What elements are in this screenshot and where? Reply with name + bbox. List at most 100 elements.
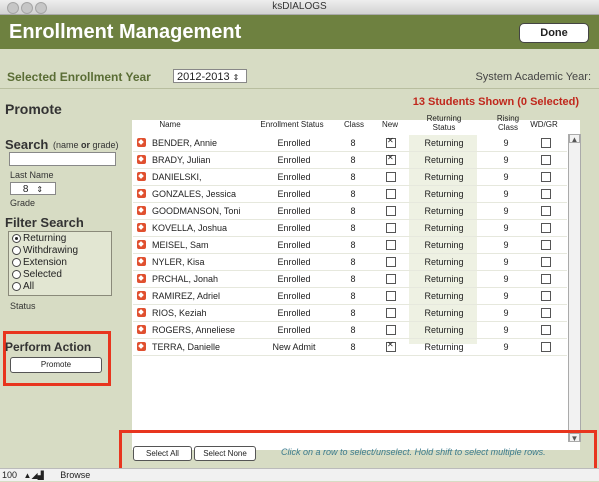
enrollment-status: Enrolled [277, 325, 311, 335]
wdgr-checkbox[interactable] [541, 325, 551, 335]
new-checkbox[interactable] [386, 257, 396, 267]
select-all-button[interactable]: Select All [133, 446, 192, 461]
wdgr-checkbox[interactable] [541, 274, 551, 284]
table-row[interactable]: DANIELSKI, Enrolled 8 Returning 9 [133, 169, 567, 186]
class-value: 8 [350, 308, 356, 318]
last-name-input[interactable] [9, 152, 116, 166]
filter-option-returning[interactable]: Returning [9, 232, 111, 244]
row-marker-icon[interactable] [137, 291, 146, 300]
table-row[interactable]: TERRA, Danielle New Admit 8 Returning 9 [133, 339, 567, 356]
filter-option-extension[interactable]: Extension [9, 256, 111, 268]
enrollment-year-select[interactable]: 2012-2013 ⇕ [173, 69, 247, 83]
enrollment-status: Enrolled [277, 308, 311, 318]
row-marker-icon[interactable] [137, 257, 146, 266]
enrollment-year-label: Selected Enrollment Year [7, 70, 151, 84]
minimize-window-icon[interactable] [21, 2, 33, 14]
row-marker-icon[interactable] [137, 223, 146, 232]
table-row[interactable]: MEISEL, Sam Enrolled 8 Returning 9 [133, 237, 567, 254]
returning-status: Returning [424, 308, 464, 318]
table-row[interactable]: KOVELLA, Joshua Enrolled 8 Returning 9 [133, 220, 567, 237]
radio-icon [12, 269, 21, 279]
zoom-window-icon[interactable] [35, 2, 47, 14]
new-checkbox[interactable] [386, 308, 396, 318]
student-name: PRCHAL, Jonah [152, 274, 219, 284]
new-checkbox[interactable] [386, 274, 396, 284]
wdgr-checkbox[interactable] [541, 138, 551, 148]
new-checkbox[interactable] [386, 340, 396, 352]
row-marker-icon[interactable] [137, 240, 146, 249]
rising-class: 9 [503, 325, 509, 335]
wdgr-checkbox[interactable] [541, 257, 551, 267]
class-value: 8 [350, 291, 356, 301]
table-row[interactable]: ROGERS, Anneliese Enrolled 8 Returning 9 [133, 322, 567, 339]
student-rows: BENDER, AnnieEnrolled8Returning9BRADY, J… [133, 135, 567, 356]
row-marker-icon[interactable] [137, 206, 146, 215]
close-window-icon[interactable] [7, 2, 19, 14]
filter-search-label: Filter Search [5, 215, 84, 230]
wdgr-checkbox[interactable] [541, 172, 551, 182]
rising-class: 9 [503, 138, 509, 148]
enrollment-status: Enrolled [277, 274, 311, 284]
scroll-up-icon[interactable]: ▲ [569, 134, 580, 144]
column-header-line: Class [497, 123, 518, 132]
zoom-level[interactable]: 100 [2, 470, 17, 480]
wdgr-checkbox[interactable] [541, 206, 551, 216]
new-checkbox[interactable] [386, 206, 396, 216]
wdgr-checkbox[interactable] [541, 155, 551, 165]
row-marker-icon[interactable] [137, 325, 146, 334]
divider [0, 88, 599, 89]
table-scrollbar[interactable]: ▲ ▼ [568, 134, 581, 443]
new-checkbox[interactable] [386, 136, 396, 148]
new-checkbox[interactable] [386, 291, 396, 301]
row-marker-icon[interactable] [137, 274, 146, 283]
new-checkbox[interactable] [386, 153, 396, 165]
wdgr-checkbox[interactable] [541, 342, 551, 352]
mode-label[interactable]: Browse [60, 470, 90, 480]
filter-option-label: Extension [23, 256, 67, 268]
new-checkbox[interactable] [386, 325, 396, 335]
zoom-control-icon[interactable]: ▲◢▟ [24, 471, 44, 480]
wdgr-checkbox[interactable] [541, 223, 551, 233]
table-row[interactable]: BRADY, Julian Enrolled 8 Returning 9 [133, 152, 567, 169]
wdgr-checkbox[interactable] [541, 189, 551, 199]
class-value: 8 [350, 206, 356, 216]
filter-option-label: Selected [23, 268, 62, 280]
table-row[interactable]: GOODMANSON, Toni Enrolled 8 Returning 9 [133, 203, 567, 220]
wdgr-checkbox[interactable] [541, 291, 551, 301]
table-row[interactable]: PRCHAL, Jonah Enrolled 8 Returning 9 [133, 271, 567, 288]
select-none-button[interactable]: Select None [194, 446, 256, 461]
student-name: KOVELLA, Joshua [152, 223, 228, 233]
new-checkbox[interactable] [386, 240, 396, 250]
row-marker-icon[interactable] [137, 172, 146, 181]
new-checkbox[interactable] [386, 223, 396, 233]
grade-select[interactable]: 8 ⇕ [10, 182, 56, 195]
filter-option-withdrawing[interactable]: Withdrawing [9, 244, 111, 256]
student-name: BENDER, Annie [152, 138, 218, 148]
table-row[interactable]: BENDER, Annie Enrolled 8 Returning 9 [133, 135, 567, 152]
filter-option-selected[interactable]: Selected [9, 268, 111, 280]
row-marker-icon[interactable] [137, 308, 146, 317]
class-value: 8 [350, 274, 356, 284]
select-arrows-icon: ⇕ [232, 73, 240, 82]
wdgr-checkbox[interactable] [541, 240, 551, 250]
row-marker-icon[interactable] [137, 138, 146, 147]
filter-option-all[interactable]: All [9, 280, 111, 292]
enrollment-status: Enrolled [277, 240, 311, 250]
table-row[interactable]: GONZALES, Jessica Enrolled 8 Returning 9 [133, 186, 567, 203]
enrollment-status: Enrolled [277, 223, 311, 233]
row-marker-icon[interactable] [137, 189, 146, 198]
done-button[interactable]: Done [519, 23, 589, 43]
table-row[interactable]: RAMIREZ, Adriel Enrolled 8 Returning 9 [133, 288, 567, 305]
row-marker-icon[interactable] [137, 342, 146, 351]
promote-button[interactable]: Promote [10, 357, 102, 373]
table-row[interactable]: RIOS, Keziah Enrolled 8 Returning 9 [133, 305, 567, 322]
class-value: 8 [350, 325, 356, 335]
new-checkbox[interactable] [386, 189, 396, 199]
new-checkbox[interactable] [386, 172, 396, 182]
class-value: 8 [350, 138, 356, 148]
table-row[interactable]: NYLER, Kisa Enrolled 8 Returning 9 [133, 254, 567, 271]
window-titlebar: ksDIALOGS [0, 0, 599, 15]
search-hint-post: grade) [90, 140, 119, 150]
wdgr-checkbox[interactable] [541, 308, 551, 318]
row-marker-icon[interactable] [137, 155, 146, 164]
